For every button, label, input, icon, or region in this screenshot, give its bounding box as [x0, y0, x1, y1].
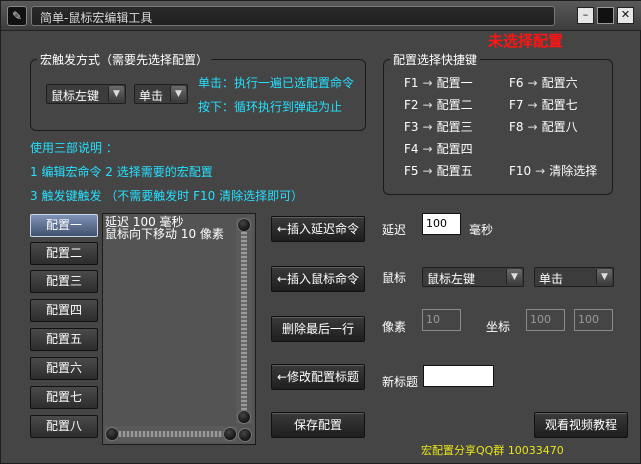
pixel-input[interactable]: 10 — [422, 309, 461, 331]
close-button[interactable]: ✕ — [617, 7, 634, 24]
trigger-mode-select[interactable]: 单击 ▼ — [134, 84, 188, 104]
config-tab-3[interactable]: 配置三 — [30, 270, 98, 293]
scroll-up-button[interactable] — [237, 218, 251, 232]
hotkey-f5: F5 → 配置五 — [404, 164, 473, 178]
config-tab-6[interactable]: 配置六 — [30, 357, 98, 380]
coord-y-input[interactable]: 100 — [574, 309, 613, 331]
insert-mouse-button[interactable]: ←插入鼠标命令 — [271, 266, 365, 292]
new-title-label: 新标题 — [382, 375, 419, 389]
new-title-input[interactable] — [423, 365, 494, 387]
trigger-mouse-value: 鼠标左键 — [51, 89, 100, 103]
config-tab-1[interactable]: 配置一 — [30, 214, 98, 237]
trigger-mouse-select[interactable]: 鼠标左键 ▼ — [46, 84, 126, 104]
qq-group-footer: 宏配置分享QQ群 10033470 — [421, 444, 564, 457]
pixel-label: 像素 — [382, 320, 407, 334]
chevron-down-icon[interactable]: ▼ — [596, 269, 612, 285]
watch-video-button[interactable]: 观看视频教程 — [534, 412, 628, 438]
rename-config-button[interactable]: ←修改配置标题 — [271, 364, 365, 390]
desc-click: 单击：执行一遍已选配置命令 — [198, 76, 355, 90]
config-tab-4[interactable]: 配置四 — [30, 299, 98, 322]
selection-status: 未选择配置 — [488, 32, 564, 50]
scroll-corner — [238, 428, 252, 442]
config-tab-7[interactable]: 配置七 — [30, 386, 98, 409]
delay-input[interactable]: 100 — [422, 213, 461, 235]
config-tab-2[interactable]: 配置二 — [30, 242, 98, 265]
trigger-mode-value: 单击 — [139, 89, 164, 103]
mouse-label: 鼠标 — [382, 271, 407, 285]
macro-trigger-legend: 宏触发方式（需要先选择配置） — [37, 51, 212, 68]
macro-trigger-group: 宏触发方式（需要先选择配置） 鼠标左键 ▼ 单击 ▼ 单击：执行一遍已选配置命令… — [30, 51, 366, 131]
instructions-step1: 1 编辑宏命令 2 选择需要的宏配置 — [30, 165, 213, 179]
instructions-step2: 3 触发键触发 （不需要触发时 F10 清除选择即可） — [30, 189, 304, 203]
coord-label: 坐标 — [486, 320, 511, 334]
desc-hold: 按下：循环执行到弹起为止 — [198, 100, 343, 114]
title-bar[interactable]: ✎ 简单-鼠标宏编辑工具 – ■ ✕ — [1, 1, 641, 31]
mouse-button-value: 鼠标左键 — [427, 272, 476, 286]
hotkey-f10: F10 → 清除选择 — [509, 164, 598, 178]
hotkey-f4: F4 → 配置四 — [404, 142, 473, 156]
scroll-left-button[interactable] — [105, 427, 119, 441]
scroll-track[interactable] — [119, 431, 223, 437]
minimize-button[interactable]: – — [577, 7, 594, 24]
instructions-title: 使用三部说明 ： — [30, 141, 118, 155]
scroll-track[interactable] — [241, 232, 247, 410]
save-config-button[interactable]: 保存配置 — [271, 412, 365, 438]
hotkey-f2: F2 → 配置二 — [404, 98, 473, 112]
delay-unit-label: 毫秒 — [469, 223, 494, 237]
delay-label: 延迟 — [382, 223, 407, 237]
mouse-action-select[interactable]: 单击 ▼ — [534, 267, 614, 287]
delete-last-button[interactable]: 删除最后一行 — [271, 316, 365, 342]
pencil-icon: ✎ — [7, 6, 27, 26]
hotkey-legend: 配置选择快捷键 — [390, 51, 481, 68]
chevron-down-icon[interactable]: ▼ — [170, 86, 186, 102]
command-list[interactable]: 延迟 100 毫秒 鼠标向下移动 10 像素 — [102, 213, 256, 445]
hotkey-f1: F1 → 配置一 — [404, 76, 473, 90]
title-slot: 简单-鼠标宏编辑工具 — [31, 6, 555, 26]
hotkey-group: 配置选择快捷键 F1 → 配置一 F2 → 配置二 F3 → 配置三 F4 → 配置四 F5 → 配… — [383, 51, 613, 195]
horizontal-scrollbar[interactable] — [105, 426, 237, 442]
scroll-right-button[interactable] — [223, 427, 237, 441]
vertical-scrollbar[interactable] — [236, 218, 252, 424]
insert-delay-button[interactable]: ←插入延迟命令 — [271, 216, 365, 242]
list-item[interactable]: 鼠标向下移动 10 像素 — [105, 228, 224, 240]
mouse-button-select[interactable]: 鼠标左键 ▼ — [422, 267, 524, 287]
chevron-down-icon[interactable]: ▼ — [108, 86, 124, 102]
hotkey-f8: F8 → 配置八 — [509, 120, 578, 134]
maximize-button[interactable]: ■ — [597, 7, 614, 24]
mouse-action-value: 单击 — [539, 272, 564, 286]
window-title: 简单-鼠标宏编辑工具 — [40, 11, 153, 25]
config-tab-8[interactable]: 配置八 — [30, 415, 98, 438]
main-window: ✎ 简单-鼠标宏编辑工具 – ■ ✕ 未选择配置 宏触发方式（需要先选择配置） … — [0, 0, 641, 464]
hotkey-f7: F7 → 配置七 — [509, 98, 578, 112]
hotkey-f3: F3 → 配置三 — [404, 120, 473, 134]
hotkey-f6: F6 → 配置六 — [509, 76, 578, 90]
coord-x-input[interactable]: 100 — [526, 309, 565, 331]
chevron-down-icon[interactable]: ▼ — [506, 269, 522, 285]
scroll-down-button[interactable] — [237, 410, 251, 424]
config-tab-5[interactable]: 配置五 — [30, 328, 98, 351]
